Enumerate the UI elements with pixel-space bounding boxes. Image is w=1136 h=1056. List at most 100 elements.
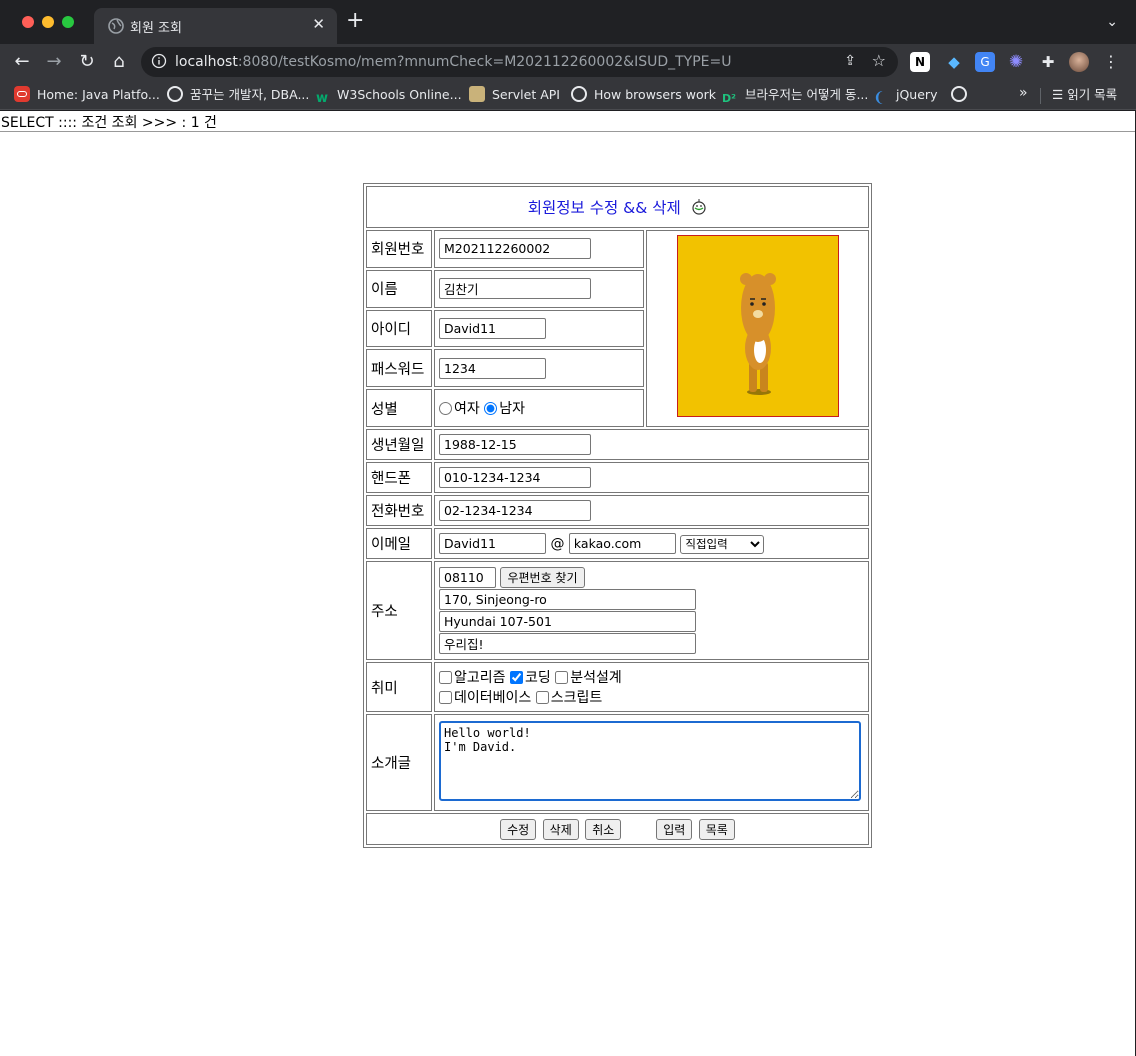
query-result-text: SELECT :::: 조건 조회 >>> : 1 건	[1, 115, 217, 131]
hobby-label-text: 분석설계	[570, 670, 622, 686]
name-input[interactable]	[439, 278, 591, 300]
address-bar[interactable]: localhost:8080/testKosmo/mem?mnumCheck=M…	[141, 47, 898, 77]
tab-search-chevron-icon[interactable]: ⌄	[1106, 14, 1118, 30]
email-domain-select[interactable]: 직접입력	[680, 534, 765, 554]
gender-male-radio[interactable]	[484, 402, 498, 416]
mnum-input[interactable]	[439, 238, 591, 260]
w3schools-icon: w	[315, 91, 328, 106]
zip-row: 우편번호 찾기	[439, 567, 864, 588]
react-devtools-icon[interactable]: ✺	[1006, 52, 1026, 72]
name-cell	[434, 269, 644, 308]
intro-cell: Hello world! I'm David.	[434, 714, 869, 811]
list-button[interactable]: 목록	[698, 818, 735, 840]
cancel-button[interactable]: 취소	[585, 818, 622, 840]
translate-extension-icon[interactable]: G	[975, 52, 995, 72]
close-window-button[interactable]	[22, 16, 34, 28]
addr1-row	[439, 589, 864, 610]
birth-label: 생년월일	[366, 429, 432, 460]
intro-textarea[interactable]: Hello world! I'm David.	[439, 720, 861, 801]
mascot-icon	[692, 199, 706, 215]
password-cell	[434, 349, 644, 388]
addr2-row	[439, 611, 864, 632]
email-cell: @ 직접입력	[434, 528, 869, 559]
globe-icon	[108, 18, 124, 34]
oracle-icon	[14, 86, 30, 102]
address2-input[interactable]	[439, 611, 696, 632]
gender-cell: 여자 남자	[434, 389, 644, 427]
address3-input[interactable]	[439, 633, 696, 654]
gender-female-label: 여자	[454, 401, 480, 418]
bookmark-star-icon[interactable]: ☆	[872, 51, 886, 70]
mnum-cell	[434, 230, 644, 268]
birth-input[interactable]	[439, 434, 591, 455]
extensions-puzzle-icon[interactable]: ✚	[1038, 52, 1058, 72]
hp-cell	[434, 462, 869, 493]
zip-input[interactable]	[439, 567, 496, 588]
notion-extension-icon[interactable]: N	[910, 52, 930, 72]
hobby-label-text: 데이터베이스	[454, 690, 532, 706]
active-tab[interactable]: 회원 조회 ✕	[94, 8, 337, 44]
more-bookmarks-icon[interactable]: »	[1019, 85, 1028, 101]
reading-list-icon: ☰	[1052, 87, 1068, 102]
close-tab-icon[interactable]: ✕	[312, 15, 325, 33]
id-input[interactable]	[439, 317, 546, 339]
back-arrow-icon[interactable]: ←	[10, 50, 34, 74]
update-button[interactable]: 수정	[500, 818, 537, 840]
hobby-algorithm-checkbox[interactable]	[439, 671, 452, 684]
tab-strip: 회원 조회 ✕ + ⌄	[0, 0, 1136, 44]
globe-icon	[951, 86, 967, 102]
reload-icon[interactable]: ↻	[75, 50, 99, 74]
bookmark-item[interactable]: Home: Java Platfo...	[14, 85, 160, 105]
hobby-coding-checkbox[interactable]	[509, 671, 523, 684]
addr3-row	[439, 633, 864, 654]
member-photo	[676, 235, 839, 417]
delete-button[interactable]: 삭제	[542, 818, 579, 840]
hobby-database-checkbox[interactable]	[439, 691, 452, 704]
member-form-table: 회원정보 수정 && 삭제 회원번호 M202112260002 이름 김찬기 …	[363, 183, 872, 848]
servlet-icon	[469, 86, 485, 102]
bookmark-item[interactable]	[951, 85, 974, 105]
address1-input[interactable]	[439, 589, 696, 610]
intro-label: 소개글	[366, 714, 432, 811]
forward-arrow-icon[interactable]: →	[42, 50, 66, 74]
bookmarks-divider	[1040, 88, 1041, 104]
zip-search-button[interactable]: 우편번호 찾기	[500, 567, 585, 588]
hobby-analysis-checkbox[interactable]	[555, 671, 569, 684]
minimize-window-button[interactable]	[42, 16, 54, 28]
bookmark-item[interactable]: Servlet API	[469, 85, 560, 105]
hobby-label: 취미	[366, 662, 432, 712]
form-title-cell: 회원정보 수정 && 삭제	[366, 186, 869, 228]
bookmark-item[interactable]: How browsers work	[571, 85, 716, 105]
bookmark-item[interactable]: 꿈꾸는 개발자, DBA...	[167, 85, 309, 105]
hp-label: 핸드폰	[366, 462, 432, 493]
maximize-window-button[interactable]	[62, 16, 74, 28]
bookmark-item[interactable]: ❨ jQuery	[873, 85, 937, 106]
gender-female-radio[interactable]	[439, 402, 452, 416]
bear-character-image	[739, 273, 776, 395]
share-icon[interactable]: ⇪	[844, 53, 856, 69]
email-domain-input[interactable]	[568, 533, 676, 554]
tel-input[interactable]	[439, 500, 591, 521]
bookmarks-bar: Home: Java Platfo... 꿈꾸는 개발자, DBA... w W3…	[0, 80, 1136, 110]
email-at-sign: @	[550, 536, 565, 552]
hobby-label-text: 스크립트	[550, 690, 603, 706]
home-icon[interactable]: ⌂	[107, 50, 131, 74]
form-title: 회원정보 수정 && 삭제	[527, 199, 681, 217]
insert-button[interactable]: 입력	[656, 818, 693, 840]
reading-list-button[interactable]: ☰ 읽기 목록	[1052, 85, 1117, 105]
gem-extension-icon[interactable]: ◆	[944, 52, 964, 72]
new-tab-button[interactable]: +	[346, 10, 364, 32]
page-viewport: SELECT :::: 조건 조회 >>> : 1 건 회원정보 수정 && 삭…	[0, 111, 1135, 1056]
photo-cell	[646, 230, 869, 427]
id-label: 아이디	[366, 309, 432, 348]
info-icon[interactable]	[151, 53, 167, 69]
kebab-menu-icon[interactable]: ⋮	[1101, 52, 1121, 72]
profile-avatar[interactable]	[1069, 52, 1089, 72]
email-id-input[interactable]	[439, 533, 546, 554]
d2-icon: D²	[722, 92, 736, 105]
password-input[interactable]	[439, 357, 546, 379]
hobby-script-checkbox[interactable]	[535, 691, 549, 704]
bookmark-item[interactable]: w W3Schools Online...	[314, 85, 462, 106]
hp-input[interactable]	[439, 467, 591, 488]
bookmark-item[interactable]: D² 브라우저는 어떻게 동...	[722, 85, 868, 105]
